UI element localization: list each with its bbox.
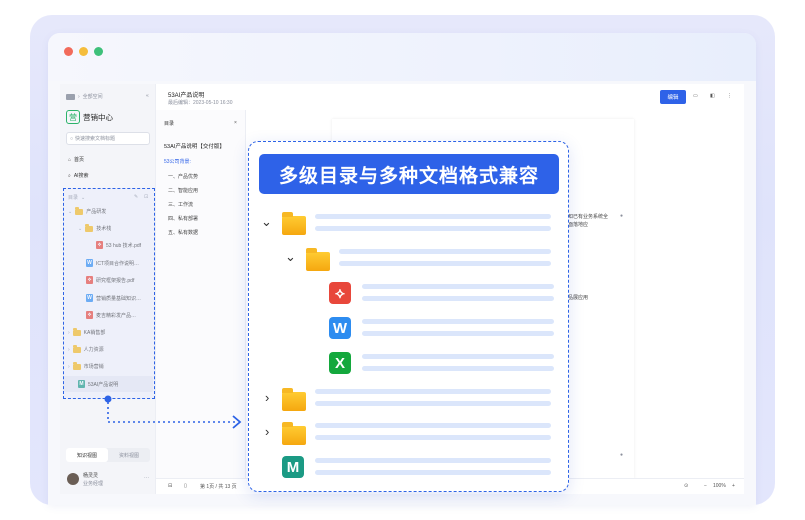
page-icon[interactable]: ▯ xyxy=(184,483,187,489)
feature-title: 多级目录与多种文档格式兼容 xyxy=(259,154,559,194)
sidebar-toggle-icon[interactable]: ⊟ xyxy=(168,483,172,489)
zoom-level: 100% xyxy=(713,483,726,489)
breadcrumb-item[interactable]: 全部空间 xyxy=(83,93,103,100)
placeholder-line xyxy=(362,331,554,336)
toc-title: 目录 xyxy=(164,121,175,127)
info-icon[interactable]: ● xyxy=(620,452,623,458)
placeholder-line xyxy=(362,296,554,301)
collapse-icon[interactable]: « xyxy=(146,93,149,99)
house-icon: ⌂ xyxy=(68,156,72,163)
minimize-dot[interactable] xyxy=(79,47,88,56)
zoom-out-icon[interactable]: − xyxy=(704,483,707,489)
chevron-right-icon[interactable]: › xyxy=(265,390,269,405)
folder-icon xyxy=(282,422,306,445)
doc-text: 知已有业务系统全面落地应 xyxy=(568,214,609,228)
folder-icon xyxy=(282,212,306,235)
excel-icon: X xyxy=(329,352,351,374)
nav-item-home[interactable]: ⌂ 首页 xyxy=(68,156,85,164)
tab-label: 资料视图 xyxy=(118,452,139,459)
toc-item[interactable]: 五、私有数据 xyxy=(168,229,198,236)
chevron-down-icon[interactable]: ⌄ xyxy=(261,214,272,230)
space-header: 营 营销中心 xyxy=(66,110,113,124)
markdown-icon: M xyxy=(282,456,304,478)
toc-doc-heading[interactable]: 53AI产品说明【交付版】 xyxy=(164,142,225,150)
placeholder-line xyxy=(315,389,551,394)
info-icon[interactable]: ● xyxy=(620,213,623,219)
edit-button[interactable]: 编辑 xyxy=(660,90,686,104)
breadcrumb: › 全部空间 xyxy=(66,93,103,100)
connector-arrow xyxy=(104,395,242,429)
placeholder-line xyxy=(315,423,551,428)
chevron-right-icon[interactable]: › xyxy=(265,424,269,439)
placeholder-line xyxy=(339,249,551,254)
placeholder-line xyxy=(362,284,554,289)
user-role: 业务经理 xyxy=(83,481,104,487)
placeholder-line xyxy=(315,458,551,463)
tab-knowledge-view[interactable]: 知识视图 xyxy=(66,448,108,462)
toc-item[interactable]: 三、工作流 xyxy=(168,201,193,208)
doc-meta: 最后编辑：2023-05-10 16:30 xyxy=(168,100,233,106)
home-icon[interactable] xyxy=(66,93,75,100)
toc-item[interactable]: 四、私有部署 xyxy=(168,215,198,222)
doc-title: 53AI产品说明 xyxy=(168,93,205,99)
nav-item-ai-search[interactable]: ⌕ AI搜索 xyxy=(68,172,89,180)
folder-icon xyxy=(306,248,330,271)
search-placeholder: 快速搜索文档标题 xyxy=(75,136,116,142)
placeholder-line xyxy=(315,401,551,406)
search-icon: ○ xyxy=(70,135,74,142)
zoom-in-icon[interactable]: + xyxy=(732,483,735,489)
edit-button-label: 编辑 xyxy=(667,95,679,101)
placeholder-line xyxy=(315,214,551,219)
space-title: 营销中心 xyxy=(83,112,113,122)
avatar[interactable] xyxy=(67,473,79,485)
nav-label: 首页 xyxy=(74,157,85,163)
layout-icon[interactable]: ▭ xyxy=(693,93,698,99)
tree-highlight-box xyxy=(63,188,155,399)
tab-data-view[interactable]: 资料视图 xyxy=(108,448,150,462)
word-icon: W xyxy=(329,317,351,339)
more-vertical-icon[interactable]: ⋮ xyxy=(727,93,732,99)
panel-icon[interactable]: ◧ xyxy=(710,93,715,99)
placeholder-line xyxy=(339,261,551,266)
window-titlebar xyxy=(48,33,756,81)
search-input[interactable]: ○ 快速搜索文档标题 xyxy=(66,132,150,145)
placeholder-line xyxy=(362,319,554,324)
feature-card: 多级目录与多种文档格式兼容 ⌄ ⌄ ⟡ W X › › M xyxy=(248,141,569,492)
placeholder-line xyxy=(362,366,554,371)
close-icon[interactable]: × xyxy=(234,120,237,126)
pdf-icon: ⟡ xyxy=(329,282,351,304)
maximize-dot[interactable] xyxy=(94,47,103,56)
toc-section[interactable]: 53公司背景: xyxy=(164,158,191,165)
placeholder-line xyxy=(315,435,551,440)
nav-label: AI搜索 xyxy=(73,173,89,179)
more-icon[interactable]: ··· xyxy=(144,475,149,481)
user-name: 杨灵灵 xyxy=(83,473,99,479)
placeholder-line xyxy=(315,470,551,475)
close-dot[interactable] xyxy=(64,47,73,56)
space-logo: 营 xyxy=(66,110,80,124)
folder-icon xyxy=(282,388,306,411)
placeholder-line xyxy=(362,354,554,359)
tab-label: 知识视图 xyxy=(76,452,97,459)
toc-item[interactable]: 一、产品优势 xyxy=(168,173,198,180)
page-indicator: 第 1页 / 共 13 页 xyxy=(200,484,237,490)
view-tabs: 知识视图 资料视图 xyxy=(66,448,150,462)
toc-item[interactable]: 二、智能应用 xyxy=(168,187,198,194)
fit-icon[interactable]: ⊙ xyxy=(684,483,688,489)
ai-search-icon: ⌕ xyxy=(68,172,71,179)
doc-text: 品展应用 xyxy=(568,295,589,301)
placeholder-line xyxy=(315,226,551,231)
chevron-down-icon[interactable]: ⌄ xyxy=(285,249,296,265)
